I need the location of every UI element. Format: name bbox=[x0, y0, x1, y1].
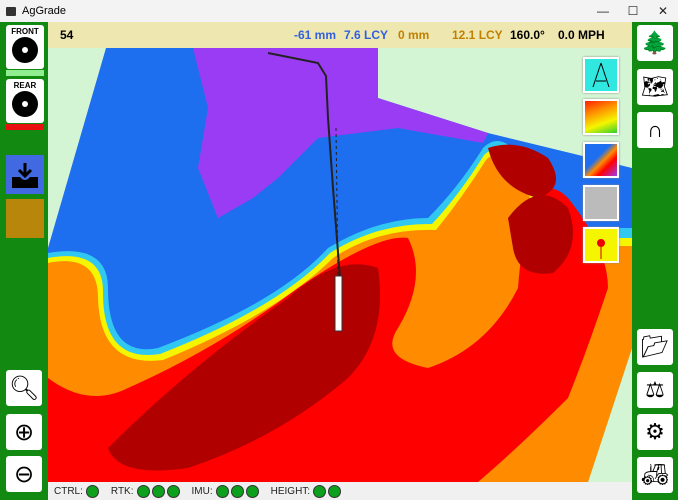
layer-gradient-button[interactable] bbox=[583, 99, 619, 135]
status-led bbox=[85, 484, 99, 498]
minimize-button[interactable]: — bbox=[588, 4, 618, 18]
status-led bbox=[245, 484, 259, 498]
rear-blade-button[interactable]: REAR bbox=[6, 79, 44, 123]
path-button[interactable]: ∩ bbox=[637, 112, 673, 148]
tractor-icon: 🚜︎ bbox=[641, 462, 669, 487]
blank-button[interactable] bbox=[6, 199, 44, 238]
front-indicator bbox=[6, 70, 44, 76]
zoom-out-button[interactable]: ⊖ bbox=[6, 456, 42, 492]
elevation-map bbox=[48, 48, 632, 482]
rtk-label: RTK: bbox=[110, 485, 134, 497]
rear-indicator bbox=[6, 124, 44, 130]
cut-depth: -61 mm bbox=[294, 28, 337, 42]
cut-volume: 7.6 LCY bbox=[344, 28, 389, 42]
tractor-icon bbox=[334, 275, 343, 332]
compass-icon: ⚖︎ bbox=[645, 377, 665, 402]
height-label: HEIGHT: bbox=[270, 485, 311, 497]
ctrl-label: CTRL: bbox=[54, 485, 83, 497]
import-button[interactable] bbox=[6, 155, 44, 194]
front-blade-button[interactable]: FRONT bbox=[6, 25, 44, 69]
status-led bbox=[215, 484, 229, 498]
open-file-button[interactable]: 📂︎ bbox=[637, 329, 673, 365]
height-status: HEIGHT: bbox=[270, 484, 343, 498]
north-arrow-icon bbox=[592, 62, 610, 88]
imu-status: IMU: bbox=[191, 484, 261, 498]
zoom-in-button[interactable]: ⊕ bbox=[6, 414, 42, 450]
zoom-out-icon: ⊖ bbox=[13, 460, 35, 488]
pin-icon bbox=[597, 239, 605, 259]
layer-north-arrow-button[interactable] bbox=[583, 57, 619, 93]
imu-label: IMU: bbox=[191, 485, 213, 497]
field-view-button[interactable]: 🌲 bbox=[637, 25, 673, 61]
right-sidebar: 🌲 🗺︎ ∩ 📂︎ ⚖︎ ⚙ 🚜︎ bbox=[632, 22, 678, 500]
maximize-button[interactable]: ☐ bbox=[618, 4, 648, 18]
count-value: 54 bbox=[60, 28, 74, 42]
saw-blade-icon bbox=[12, 37, 38, 63]
app-icon bbox=[6, 6, 16, 16]
layer-satellite-button[interactable] bbox=[583, 185, 619, 221]
front-label: FRONT bbox=[11, 27, 39, 36]
map-pin-icon: 🗺︎ bbox=[641, 74, 669, 99]
title-bar: AgGrade — ☐ ✕ bbox=[0, 0, 678, 22]
zoom-in-icon: ⊕ bbox=[13, 418, 35, 446]
field-map[interactable] bbox=[48, 48, 632, 482]
status-led bbox=[230, 484, 244, 498]
status-led bbox=[151, 484, 165, 498]
tractor-button[interactable]: 🚜︎ bbox=[637, 457, 673, 493]
survey-button[interactable]: ⚖︎ bbox=[637, 372, 673, 408]
layer-benchmark-button[interactable] bbox=[583, 227, 619, 263]
download-tray-icon bbox=[12, 162, 38, 188]
status-led bbox=[136, 484, 150, 498]
rtk-status: RTK: bbox=[110, 484, 182, 498]
status-led bbox=[328, 484, 342, 498]
zoom-fit-button[interactable]: 🔍︎ bbox=[6, 370, 42, 406]
status-led bbox=[166, 484, 180, 498]
saw-blade-icon bbox=[12, 91, 38, 117]
folder-icon: 📂︎ bbox=[641, 334, 669, 359]
map-button[interactable]: 🗺︎ bbox=[637, 69, 673, 105]
close-button[interactable]: ✕ bbox=[648, 4, 678, 18]
window-title: AgGrade bbox=[22, 5, 67, 17]
heading-value: 160.0° bbox=[510, 28, 545, 42]
info-bar: 54 -61 mm 7.6 LCY 0 mm 12.1 LCY 160.0° 0… bbox=[48, 22, 632, 48]
settings-button[interactable]: ⚙ bbox=[637, 414, 673, 450]
fill-volume: 12.1 LCY bbox=[452, 28, 503, 42]
path-icon: ∩ bbox=[647, 117, 663, 142]
magnifier-icon: 🔍︎ bbox=[8, 374, 40, 402]
trees-field-icon: 🌲 bbox=[641, 30, 669, 55]
ctrl-status: CTRL: bbox=[54, 484, 101, 498]
rear-label: REAR bbox=[13, 81, 37, 90]
gear-icon: ⚙ bbox=[645, 419, 665, 444]
status-led bbox=[313, 484, 327, 498]
speed-value: 0.0 MPH bbox=[558, 28, 605, 42]
layer-cutfill-button[interactable] bbox=[583, 142, 619, 178]
left-sidebar: FRONT REAR 🔍︎ ⊕ ⊖ bbox=[0, 22, 48, 500]
status-bar: CTRL: RTK: IMU: HEIGHT: bbox=[48, 482, 632, 500]
fill-depth: 0 mm bbox=[398, 28, 430, 42]
